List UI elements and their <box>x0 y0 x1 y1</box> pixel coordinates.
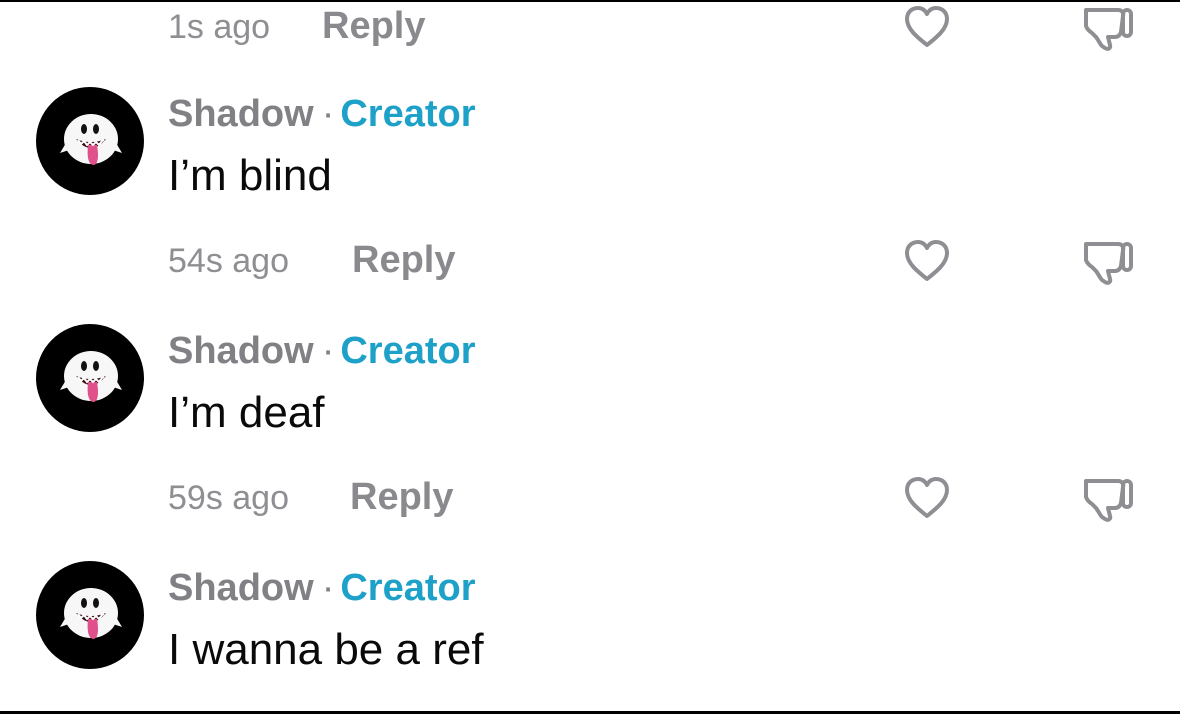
comment-actions-row: 1s ago Reply <box>0 0 1180 60</box>
ghost-avatar-icon <box>60 588 122 639</box>
thumbs-down-icon[interactable] <box>1082 2 1134 52</box>
comment-text: I’m blind <box>168 151 332 200</box>
comment-header: Shadow · Creator <box>168 326 476 376</box>
comment-item: Shadow · Creator I’m deaf <box>0 324 1180 444</box>
comment-actions-row: 59s ago Reply <box>0 471 1180 531</box>
comment-timestamp: 54s ago <box>168 242 289 280</box>
comment-actions-row: 54s ago Reply <box>0 234 1180 294</box>
comment-timestamp: 1s ago <box>168 8 271 46</box>
avatar[interactable] <box>36 87 144 195</box>
comment-author[interactable]: Shadow <box>168 567 314 609</box>
reply-button[interactable]: Reply <box>322 0 425 52</box>
comment-item: Shadow · Creator I’m blind <box>0 87 1180 207</box>
creator-badge: Creator <box>340 330 476 372</box>
thumbs-down-icon[interactable] <box>1082 236 1134 286</box>
thumbs-down-icon[interactable] <box>1082 473 1134 523</box>
reply-button[interactable]: Reply <box>352 234 455 286</box>
comment-timestamp: 59s ago <box>168 479 289 517</box>
comment-text: I wanna be a ref <box>168 625 484 674</box>
ghost-avatar-icon <box>60 114 122 165</box>
separator-dot: · <box>321 330 335 372</box>
creator-badge: Creator <box>340 93 476 135</box>
comment-item: Shadow · Creator I wanna be a ref <box>0 561 1180 681</box>
separator-dot: · <box>321 567 335 609</box>
comment-author[interactable]: Shadow <box>168 330 314 372</box>
comment-header: Shadow · Creator <box>168 89 476 139</box>
separator-dot: · <box>321 93 335 135</box>
comment-author[interactable]: Shadow <box>168 93 314 135</box>
heart-icon[interactable] <box>902 4 952 50</box>
reply-button[interactable]: Reply <box>350 471 453 523</box>
comment-header: Shadow · Creator <box>168 563 476 613</box>
comment-text: I’m deaf <box>168 388 325 437</box>
ghost-avatar-icon <box>60 351 122 402</box>
heart-icon[interactable] <box>902 475 952 521</box>
avatar[interactable] <box>36 324 144 432</box>
creator-badge: Creator <box>340 567 476 609</box>
heart-icon[interactable] <box>902 238 952 284</box>
avatar[interactable] <box>36 561 144 669</box>
